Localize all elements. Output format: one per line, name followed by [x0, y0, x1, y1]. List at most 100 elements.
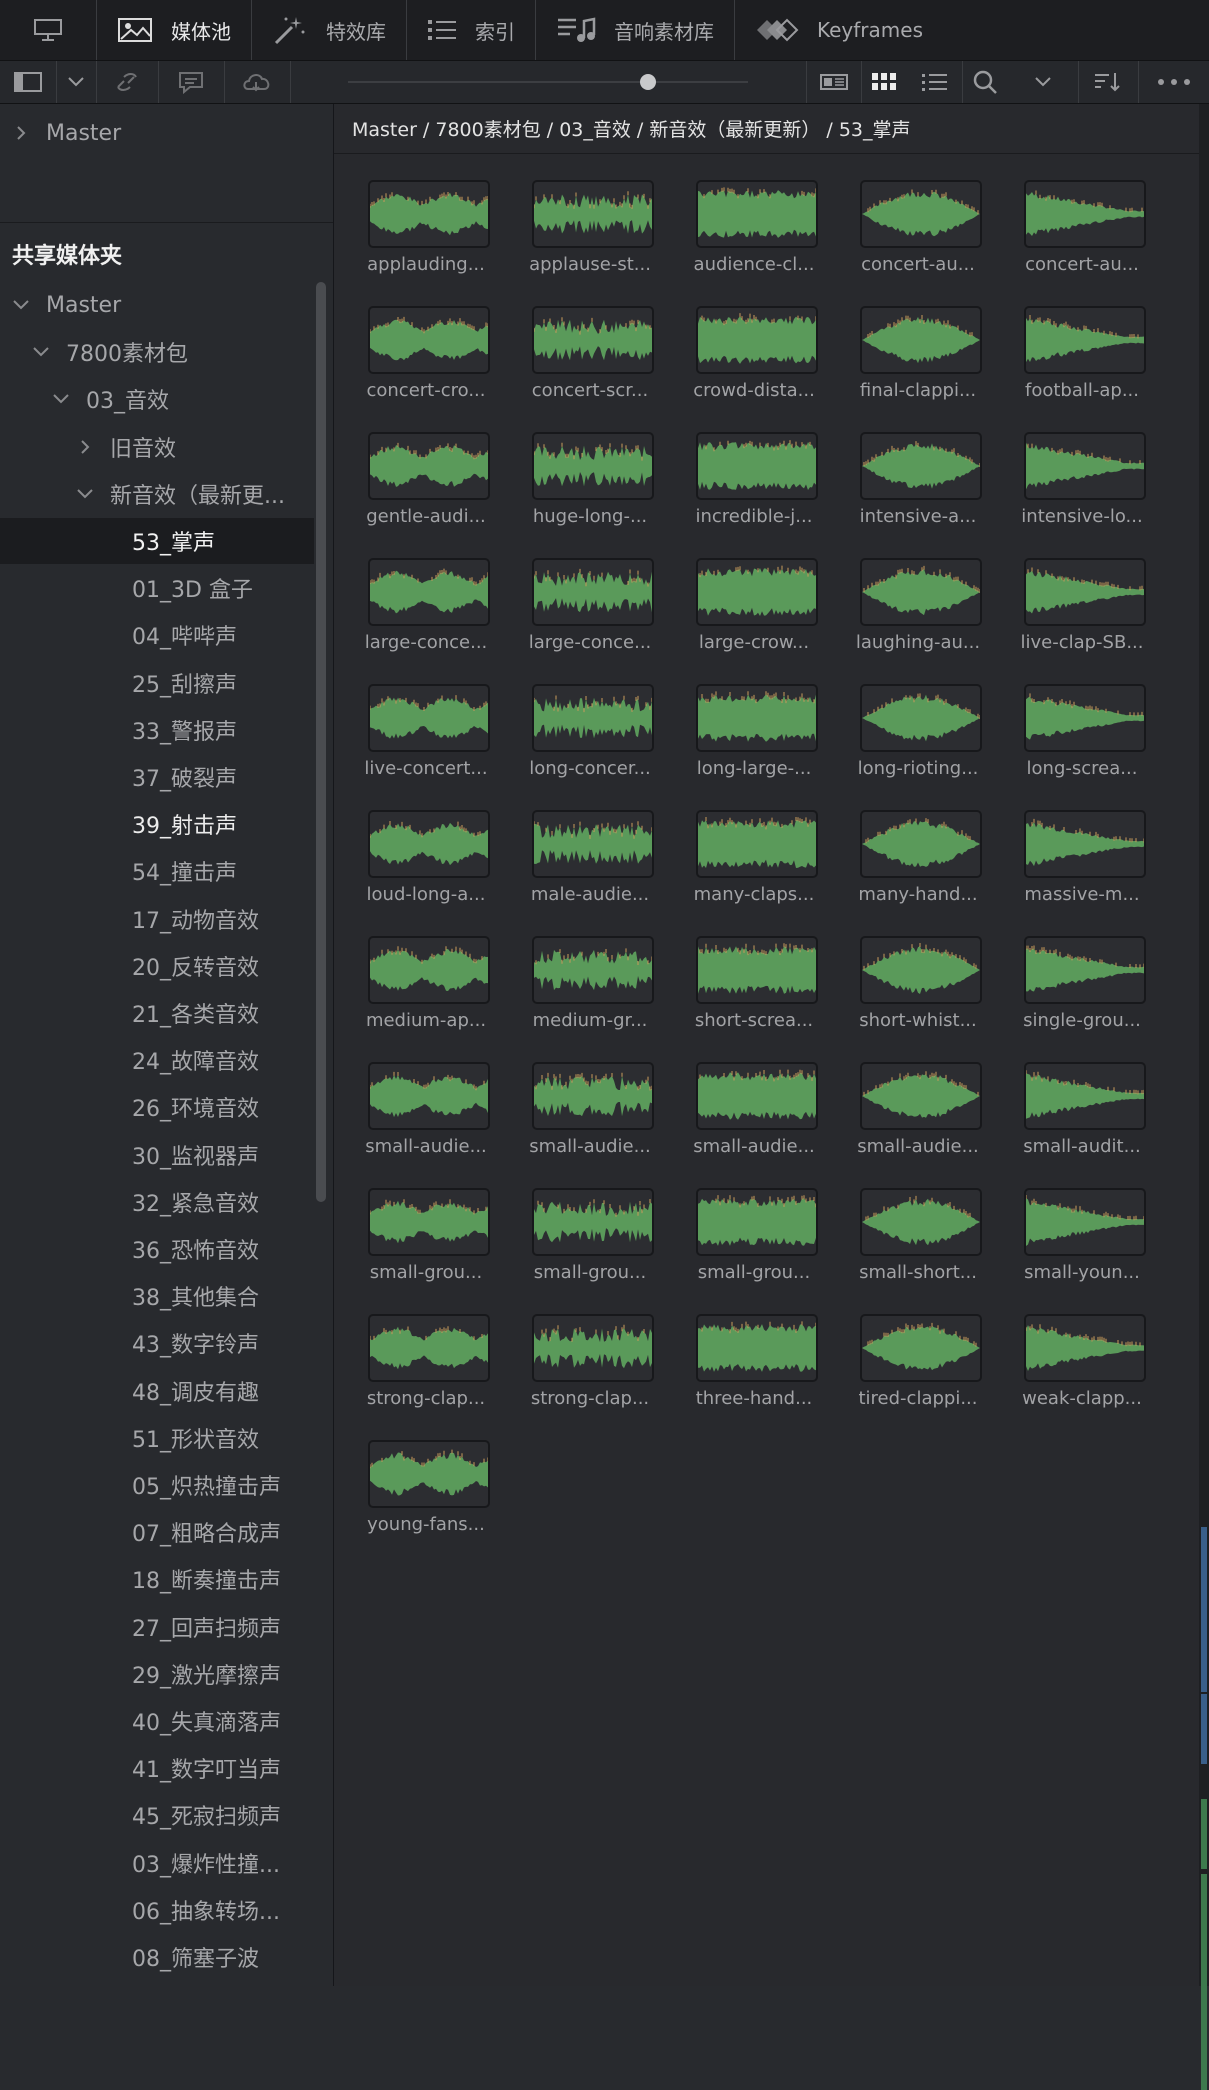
clip-item[interactable]: single-grou...: [1000, 936, 1164, 1062]
bin-item[interactable]: 24_故障音效: [0, 1037, 314, 1083]
waveform-thumbnail[interactable]: [1024, 810, 1146, 878]
clip-item[interactable]: small-grou...: [672, 1188, 836, 1314]
waveform-thumbnail[interactable]: [368, 810, 490, 878]
waveform-thumbnail[interactable]: [1024, 1188, 1146, 1256]
clip-item[interactable]: small-youn...: [1000, 1188, 1164, 1314]
clip-item[interactable]: audience-cl...: [672, 180, 836, 306]
waveform-thumbnail[interactable]: [1024, 306, 1146, 374]
clip-item[interactable]: weak-clapp...: [1000, 1314, 1164, 1440]
bin-item[interactable]: 新音效（最新更...: [0, 471, 314, 517]
caption-icon[interactable]: [158, 61, 225, 103]
bin-item[interactable]: 26_环境音效: [0, 1084, 314, 1130]
search-icon[interactable]: [962, 61, 1008, 103]
master-bin-top[interactable]: Master: [0, 110, 314, 156]
bin-item[interactable]: 18_断奏撞击声: [0, 1556, 314, 1602]
zoom-slider-handle[interactable]: [640, 74, 656, 90]
bin-item[interactable]: Master: [0, 282, 314, 328]
clip-item[interactable]: intensive-lo...: [1000, 432, 1164, 558]
clip-item[interactable]: large-crow...: [672, 558, 836, 684]
bin-item[interactable]: 04_哔哔声: [0, 612, 314, 658]
waveform-thumbnail[interactable]: [532, 1314, 654, 1382]
breadcrumb[interactable]: Master / 7800素材包 / 03_音效 / 新音效（最新更新） / 5…: [334, 104, 1199, 154]
clip-item[interactable]: concert-scr...: [508, 306, 672, 432]
bin-item[interactable]: 29_激光摩擦声: [0, 1651, 314, 1697]
bin-item[interactable]: 43_数字铃声: [0, 1320, 314, 1366]
waveform-thumbnail[interactable]: [368, 936, 490, 1004]
waveform-thumbnail[interactable]: [368, 1440, 490, 1508]
bin-item[interactable]: 08_筛塞子波: [0, 1934, 314, 1980]
chevron-down-icon[interactable]: [56, 61, 97, 103]
bin-item[interactable]: 05_炽热撞击声: [0, 1462, 314, 1508]
clip-item[interactable]: tired-clappi...: [836, 1314, 1000, 1440]
clip-item[interactable]: short-screa...: [672, 936, 836, 1062]
waveform-thumbnail[interactable]: [696, 1188, 818, 1256]
clip-item[interactable]: live-clap-SB...: [1000, 558, 1164, 684]
bin-item[interactable]: 54_撞击声: [0, 848, 314, 894]
clip-item[interactable]: laughing-au...: [836, 558, 1000, 684]
waveform-thumbnail[interactable]: [696, 180, 818, 248]
waveform-thumbnail[interactable]: [696, 684, 818, 752]
clip-item[interactable]: intensive-a...: [836, 432, 1000, 558]
waveform-thumbnail[interactable]: [860, 684, 982, 752]
clip-item[interactable]: massive-m...: [1000, 810, 1164, 936]
waveform-thumbnail[interactable]: [368, 1188, 490, 1256]
clip-item[interactable]: concert-au...: [1000, 180, 1164, 306]
clip-item[interactable]: concert-au...: [836, 180, 1000, 306]
waveform-thumbnail[interactable]: [860, 1314, 982, 1382]
waveform-thumbnail[interactable]: [1024, 936, 1146, 1004]
cloud-icon[interactable]: [224, 61, 291, 103]
waveform-thumbnail[interactable]: [532, 558, 654, 626]
waveform-thumbnail[interactable]: [1024, 1314, 1146, 1382]
clip-item[interactable]: small-grou...: [344, 1188, 508, 1314]
waveform-thumbnail[interactable]: [368, 558, 490, 626]
clip-item[interactable]: huge-long-...: [508, 432, 672, 558]
bin-item[interactable]: 33_警报声: [0, 707, 314, 753]
clip-item[interactable]: crowd-dista...: [672, 306, 836, 432]
clip-item[interactable]: concert-cro...: [344, 306, 508, 432]
waveform-thumbnail[interactable]: [368, 180, 490, 248]
waveform-thumbnail[interactable]: [368, 1314, 490, 1382]
clip-item[interactable]: small-audie...: [508, 1062, 672, 1188]
tab-index-list[interactable]: 索引: [407, 0, 536, 60]
tab-media-pool[interactable]: 媒体池: [97, 0, 252, 60]
clip-item[interactable]: applauding...: [344, 180, 508, 306]
chevron-right-icon[interactable]: [74, 439, 96, 455]
chevron-down-icon[interactable]: [1008, 61, 1079, 103]
bin-item[interactable]: 25_刮擦声: [0, 660, 314, 706]
bin-item[interactable]: 21_各类音效: [0, 990, 314, 1036]
sidebar-scrollbar[interactable]: [316, 282, 326, 1202]
waveform-thumbnail[interactable]: [368, 1062, 490, 1130]
more-options-icon[interactable]: [1138, 61, 1209, 103]
bin-item[interactable]: 07_粗略合成声: [0, 1509, 314, 1555]
clip-item[interactable]: long-screa...: [1000, 684, 1164, 810]
waveform-thumbnail[interactable]: [696, 306, 818, 374]
waveform-thumbnail[interactable]: [696, 936, 818, 1004]
clip-item[interactable]: applause-st...: [508, 180, 672, 306]
waveform-thumbnail[interactable]: [860, 810, 982, 878]
grid-view-icon[interactable]: [860, 61, 908, 103]
waveform-thumbnail[interactable]: [1024, 1062, 1146, 1130]
waveform-thumbnail[interactable]: [696, 810, 818, 878]
tab-sound-library[interactable]: 音响素材库: [536, 0, 735, 60]
clip-item[interactable]: many-claps...: [672, 810, 836, 936]
tab-effects-wand[interactable]: 特效库: [252, 0, 407, 60]
chevron-down-icon[interactable]: [30, 347, 52, 357]
clip-item[interactable]: long-large-...: [672, 684, 836, 810]
bin-item[interactable]: 01_3D 盒子: [0, 565, 314, 611]
bin-item[interactable]: 03_爆炸性撞...: [0, 1840, 314, 1886]
waveform-thumbnail[interactable]: [1024, 684, 1146, 752]
zoom-slider[interactable]: [290, 61, 807, 103]
clip-item[interactable]: medium-gr...: [508, 936, 672, 1062]
waveform-thumbnail[interactable]: [860, 1188, 982, 1256]
clip-item[interactable]: small-audie...: [836, 1062, 1000, 1188]
tab-keyframes[interactable]: Keyframes: [735, 0, 943, 60]
sort-icon[interactable]: [1078, 61, 1139, 103]
waveform-thumbnail[interactable]: [860, 180, 982, 248]
bin-item[interactable]: 36_恐怖音效: [0, 1226, 314, 1272]
clip-item[interactable]: loud-long-a...: [344, 810, 508, 936]
waveform-thumbnail[interactable]: [696, 558, 818, 626]
bin-item[interactable]: 27_回声扫频声: [0, 1604, 314, 1650]
clip-item[interactable]: male-audie...: [508, 810, 672, 936]
clip-item[interactable]: gentle-audi...: [344, 432, 508, 558]
waveform-thumbnail[interactable]: [368, 306, 490, 374]
